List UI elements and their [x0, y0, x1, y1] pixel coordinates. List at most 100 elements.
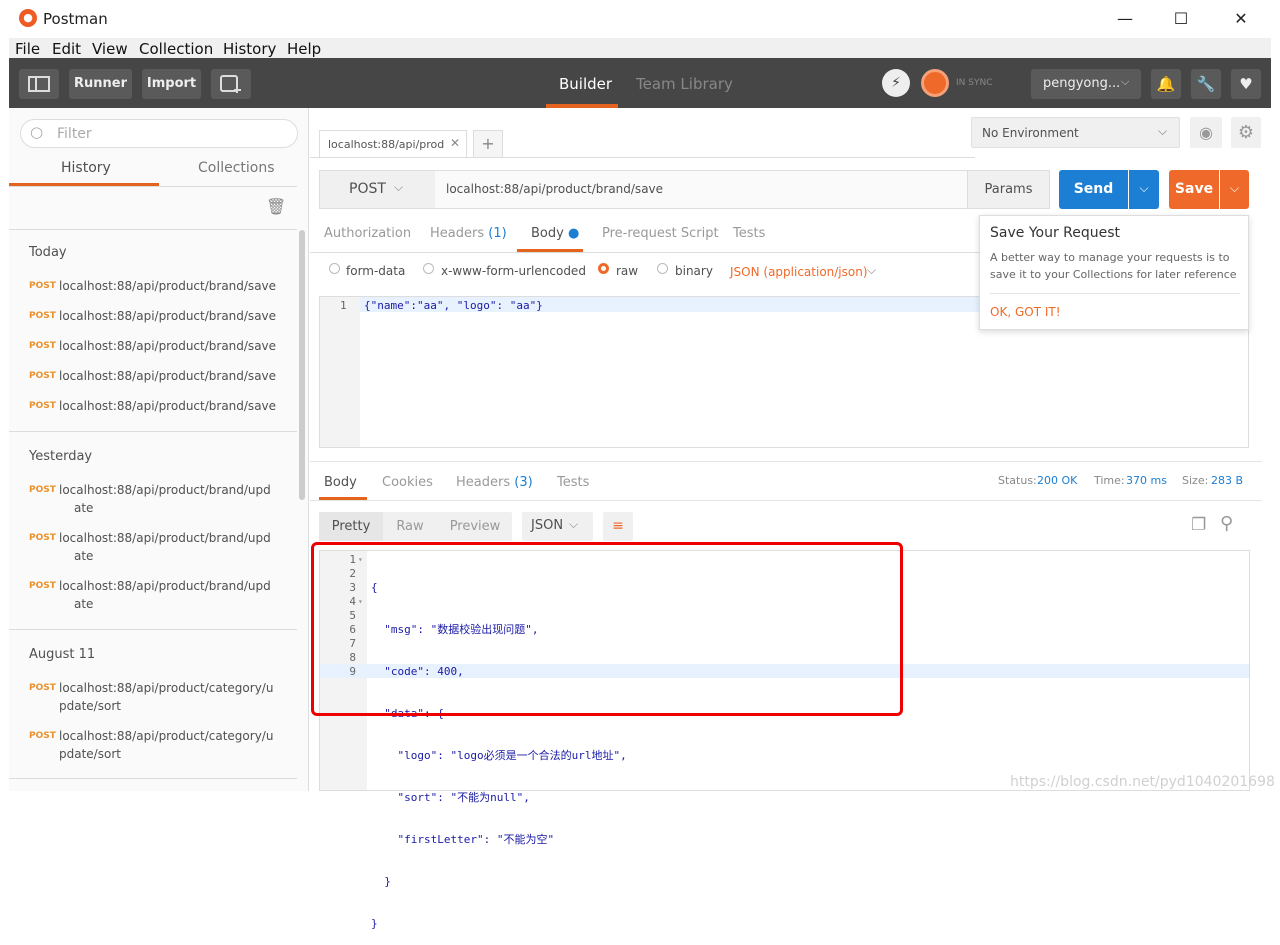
- sidebar-toggle-icon[interactable]: [19, 69, 59, 99]
- chevron-down-icon: ⌵: [394, 180, 404, 194]
- close-tab-icon[interactable]: ✕: [450, 136, 460, 150]
- history-item[interactable]: localhost:88/api/product/brand/upd ate: [59, 529, 271, 565]
- user-name: pengyong...: [1043, 76, 1121, 91]
- copy-icon[interactable]: ❐: [1191, 515, 1206, 535]
- maximize-button[interactable]: ☐: [1158, 6, 1204, 32]
- wrap-lines-icon[interactable]: ≡: [603, 512, 633, 541]
- search-icon: ○: [30, 123, 44, 141]
- tab-history[interactable]: History: [61, 160, 111, 176]
- menu-history[interactable]: History: [223, 40, 276, 58]
- history-item[interactable]: localhost:88/api/product/brand/save: [59, 337, 276, 355]
- method-select[interactable]: POST ⌵: [320, 171, 435, 208]
- sidebar-scrollbar[interactable]: [299, 230, 305, 500]
- tab-tests[interactable]: Tests: [733, 226, 765, 241]
- sync-icon[interactable]: [921, 69, 949, 97]
- view-raw-button[interactable]: Raw: [383, 512, 437, 541]
- radio-raw[interactable]: [598, 263, 609, 274]
- history-item-url-cont: pdate/sort: [59, 747, 121, 761]
- history-item[interactable]: localhost:88/api/product/brand/save: [59, 277, 276, 295]
- minimize-button[interactable]: —: [1102, 6, 1148, 32]
- view-mode-group: Pretty Raw Preview: [319, 512, 512, 541]
- method-badge: POST: [29, 281, 56, 291]
- history-item[interactable]: localhost:88/api/product/brand/upd ate: [59, 481, 271, 517]
- user-dropdown[interactable]: pengyong... ⌵: [1031, 69, 1141, 99]
- history-item[interactable]: localhost:88/api/product/brand/save: [59, 397, 276, 415]
- menu-view[interactable]: View: [92, 40, 128, 58]
- view-pretty-button[interactable]: Pretty: [319, 512, 383, 541]
- trash-icon[interactable]: 🗑: [266, 197, 286, 216]
- runner-button[interactable]: Runner: [69, 69, 132, 99]
- params-button[interactable]: Params: [967, 171, 1049, 208]
- divider: [990, 293, 1240, 294]
- tab-collections[interactable]: Collections: [198, 160, 275, 176]
- tab-body-label: Body: [531, 226, 564, 241]
- response-tab-body[interactable]: Body: [324, 475, 357, 490]
- size-label: Size:: [1182, 474, 1209, 487]
- menu-file[interactable]: File: [15, 40, 40, 58]
- menu-collection[interactable]: Collection: [139, 40, 213, 58]
- method-value: POST: [349, 181, 386, 197]
- url-input[interactable]: localhost:88/api/product/brand/save: [446, 182, 663, 196]
- divider: [9, 431, 297, 432]
- close-button[interactable]: ✕: [1218, 6, 1264, 32]
- settings-wrench-icon[interactable]: 🔧: [1191, 69, 1221, 99]
- content-type-select[interactable]: JSON (application/json): [730, 265, 868, 279]
- history-item[interactable]: localhost:88/api/product/category/u pdate…: [59, 679, 273, 715]
- method-badge: POST: [29, 731, 56, 741]
- radio-urlencoded[interactable]: [423, 263, 434, 274]
- response-tab-headers[interactable]: Headers (3): [456, 475, 533, 490]
- tab-builder[interactable]: Builder: [559, 75, 612, 93]
- heart-icon[interactable]: ♥: [1231, 69, 1261, 99]
- history-item-url-cont: ate: [74, 549, 94, 563]
- save-button[interactable]: Save: [1169, 170, 1219, 209]
- menu-help[interactable]: Help: [287, 40, 321, 58]
- response-tab-cookies[interactable]: Cookies: [382, 475, 433, 490]
- size-value: 283 B: [1211, 474, 1244, 487]
- tab-prerequest-script[interactable]: Pre-request Script: [602, 226, 719, 241]
- tab-body[interactable]: Body ●: [531, 226, 579, 241]
- chevron-down-icon: ⌵: [1121, 75, 1130, 88]
- history-item-url-cont: ate: [74, 597, 94, 611]
- history-item-url: localhost:88/api/product/brand/upd: [59, 483, 271, 497]
- chevron-down-icon: ⌵: [1158, 124, 1168, 138]
- history-item-url-cont: pdate/sort: [59, 699, 121, 713]
- search-icon[interactable]: ⚲: [1220, 513, 1233, 534]
- environment-value: No Environment: [982, 126, 1079, 140]
- history-item[interactable]: localhost:88/api/product/brand/upd ate: [59, 577, 271, 613]
- view-preview-button[interactable]: Preview: [439, 512, 511, 541]
- new-tab-icon[interactable]: [211, 69, 251, 99]
- divider: [310, 500, 1270, 501]
- chevron-down-icon[interactable]: ⌵: [867, 263, 876, 278]
- format-select[interactable]: JSON ⌵: [522, 512, 593, 541]
- send-button[interactable]: Send: [1059, 170, 1128, 209]
- interceptor-icon[interactable]: ⚡: [882, 69, 910, 97]
- tab-team-library[interactable]: Team Library: [636, 75, 733, 93]
- ok-got-it-button[interactable]: OK, GOT IT!: [990, 305, 1061, 319]
- gear-icon[interactable]: ⚙: [1231, 117, 1261, 148]
- tab-authorization[interactable]: Authorization: [324, 226, 411, 241]
- main-scrollbar[interactable]: [1262, 160, 1270, 560]
- popup-title: Save Your Request: [990, 225, 1121, 241]
- tab-headers[interactable]: Headers (1): [430, 226, 507, 241]
- notifications-bell-icon[interactable]: 🔔: [1151, 69, 1181, 99]
- eye-icon[interactable]: ◉: [1190, 117, 1222, 148]
- radio-binary[interactable]: [657, 263, 668, 274]
- history-item[interactable]: localhost:88/api/product/brand/save: [59, 367, 276, 385]
- history-item[interactable]: localhost:88/api/product/brand/save: [59, 307, 276, 325]
- send-options-chevron-icon[interactable]: ⌵: [1129, 170, 1159, 209]
- json-line: "sort": "不能为null",: [371, 791, 530, 804]
- method-badge: POST: [29, 311, 56, 321]
- add-tab-icon[interactable]: +: [473, 130, 503, 158]
- response-tab-tests[interactable]: Tests: [557, 475, 589, 490]
- import-button[interactable]: Import: [142, 69, 201, 99]
- filter-input[interactable]: ○ Filter: [20, 119, 298, 148]
- save-options-chevron-icon[interactable]: ⌵: [1220, 170, 1249, 209]
- request-tab[interactable]: localhost:88/api/prod ✕: [319, 130, 467, 158]
- history-item[interactable]: localhost:88/api/product/category/u pdate…: [59, 727, 273, 763]
- radio-form-data[interactable]: [329, 263, 340, 274]
- history-group-today: Today: [29, 245, 67, 260]
- menu-edit[interactable]: Edit: [52, 40, 81, 58]
- history-group-yesterday: Yesterday: [29, 449, 93, 464]
- environment-select[interactable]: No Environment ⌵: [971, 117, 1180, 148]
- postman-logo-icon: ●: [19, 9, 37, 27]
